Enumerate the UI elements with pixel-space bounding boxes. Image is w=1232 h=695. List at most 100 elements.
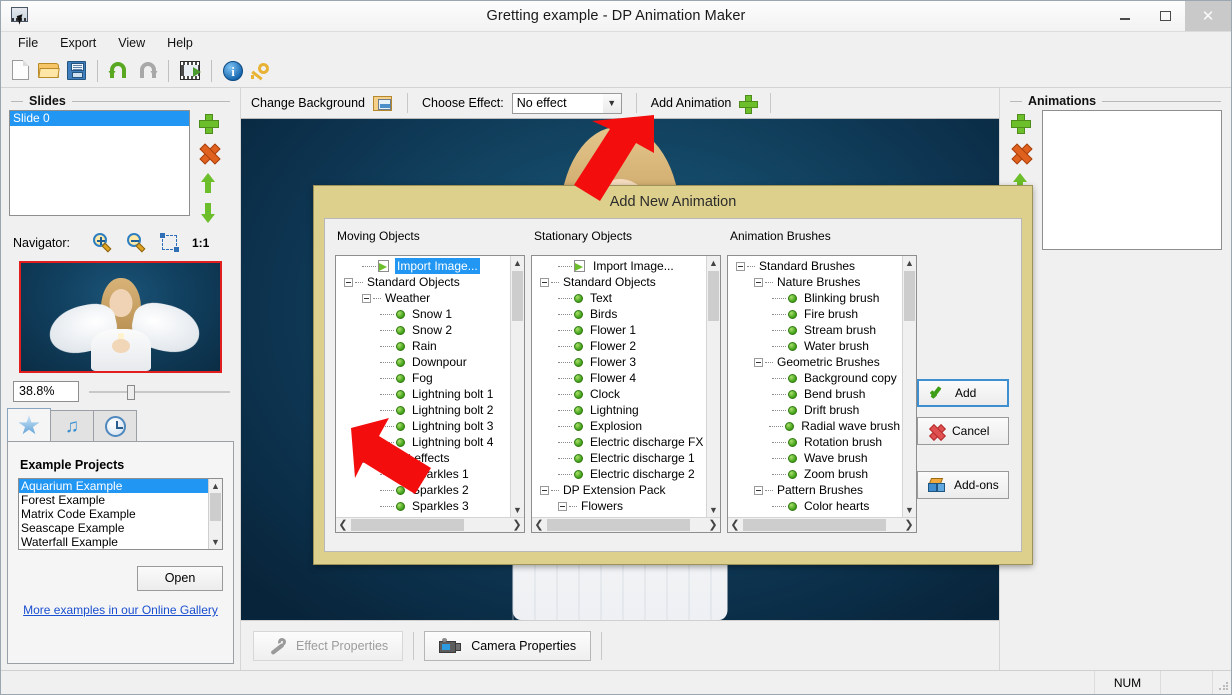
scrollbar-thumb[interactable] <box>904 271 915 321</box>
tree-node[interactable]: Lightning bolt 1 <box>338 386 510 402</box>
add-slide-button[interactable] <box>198 113 219 134</box>
tree-node[interactable]: Flower 3 <box>534 354 706 370</box>
menu-item-help[interactable]: Help <box>156 34 204 52</box>
menu-item-file[interactable]: File <box>7 34 49 52</box>
add-animation-button[interactable] <box>1010 113 1031 134</box>
export-film-icon[interactable] <box>179 60 201 82</box>
tree-node[interactable]: Clock <box>534 386 706 402</box>
tree-node[interactable]: Birds <box>534 306 706 322</box>
tree-node[interactable]: Standard Objects <box>338 274 510 290</box>
tree-node[interactable]: Electric discharge 1 <box>534 450 706 466</box>
effect-properties-button[interactable]: Effect Properties <box>253 630 404 661</box>
chevron-left-icon[interactable]: ❮ <box>532 518 546 532</box>
stationary-objects-tree[interactable]: Import Image... Standard Objects Text Birds… <box>531 255 721 533</box>
tree-node[interactable]: Standard Objects <box>534 274 706 290</box>
scrollbar-thumb[interactable] <box>547 519 690 531</box>
chevron-down-icon[interactable]: ▼ <box>707 503 720 517</box>
tree-node[interactable]: Import Image... <box>534 258 706 274</box>
horizontal-scrollbar[interactable]: ❮ ❯ <box>728 517 916 532</box>
tree-node[interactable]: Geometric Brushes <box>730 354 902 370</box>
moving-objects-tree[interactable]: Import Image... Standard Objects Weather Sn… <box>335 255 525 533</box>
vertical-scrollbar[interactable]: ▲ ▼ <box>510 256 524 517</box>
chevron-up-icon[interactable]: ▲ <box>903 256 916 270</box>
tree-node[interactable]: Flower 4 <box>534 370 706 386</box>
scrollbar-thumb[interactable] <box>210 493 221 521</box>
tree-node[interactable]: Rain <box>338 338 510 354</box>
tree-node[interactable]: Electric discharge 2 <box>534 466 706 482</box>
tab-timeline[interactable] <box>93 410 137 442</box>
tree-node[interactable]: Drift brush <box>730 402 902 418</box>
change-background-label[interactable]: Change Background <box>251 96 365 110</box>
scrollbar-thumb[interactable] <box>708 271 719 321</box>
new-document-icon[interactable] <box>9 59 31 82</box>
add-button[interactable]: Add <box>917 379 1009 407</box>
tree-node[interactable]: Zoom brush <box>730 466 902 482</box>
examples-list[interactable]: Aquarium Example Forest Example Matrix C… <box>18 478 223 550</box>
list-item[interactable]: Matrix Code Example <box>19 507 222 521</box>
maximize-button[interactable] <box>1145 1 1185 31</box>
collapse-toggle-icon[interactable] <box>558 501 567 511</box>
collapse-toggle-icon[interactable] <box>736 261 745 271</box>
tree-node[interactable]: Flower 1 <box>534 322 706 338</box>
tree-node[interactable]: Explosion <box>534 418 706 434</box>
chevron-up-icon[interactable]: ▲ <box>707 256 720 270</box>
minimize-button[interactable] <box>1105 1 1145 31</box>
scrollbar-thumb[interactable] <box>743 519 886 531</box>
tree-node[interactable]: Sparkles 2 <box>338 482 510 498</box>
tree-node[interactable]: Radial wave brush <box>730 418 902 434</box>
tree-node[interactable]: Flower 2 <box>534 338 706 354</box>
list-item[interactable]: Slide 0 <box>10 111 189 126</box>
tree-node[interactable]: Lightning bolt 2 <box>338 402 510 418</box>
cancel-button[interactable]: Cancel <box>917 417 1009 445</box>
move-slide-up-button[interactable] <box>198 173 218 193</box>
list-item[interactable]: Waterfall Example <box>19 535 222 549</box>
tree-node[interactable]: Import Image... <box>338 258 510 274</box>
tree-node[interactable]: Background copy <box>730 370 902 386</box>
add-animation-label[interactable]: Add Animation <box>651 96 732 110</box>
animations-list[interactable] <box>1042 110 1222 250</box>
tree-node[interactable]: Text <box>534 290 706 306</box>
collapse-toggle-icon[interactable] <box>362 453 371 463</box>
list-item[interactable]: Forest Example <box>19 493 222 507</box>
close-button[interactable]: ✕ <box>1185 1 1231 31</box>
delete-slide-button[interactable] <box>198 143 218 163</box>
slider-thumb[interactable] <box>127 384 136 400</box>
chevron-up-icon[interactable]: ▲ <box>511 256 524 270</box>
tree-node[interactable]: Light effects <box>338 450 510 466</box>
tree-node[interactable]: Lightning <box>534 402 706 418</box>
tree-node[interactable]: Sparkles 1 <box>338 466 510 482</box>
menu-item-view[interactable]: View <box>107 34 156 52</box>
chevron-right-icon[interactable]: ❯ <box>902 518 916 532</box>
collapse-toggle-icon[interactable] <box>362 293 371 303</box>
online-gallery-link[interactable]: More examples in our Online Gallery <box>23 603 218 617</box>
tree-node[interactable]: Blinking brush <box>730 290 902 306</box>
camera-properties-button[interactable]: Camera Properties <box>424 630 592 661</box>
list-item[interactable]: Seascape Example <box>19 521 222 535</box>
horizontal-scrollbar[interactable]: ❮ ❯ <box>532 517 720 532</box>
examples-scrollbar[interactable]: ▲ ▼ <box>208 479 222 549</box>
navigator-preview[interactable] <box>19 261 222 373</box>
collapse-toggle-icon[interactable] <box>540 277 549 287</box>
open-folder-icon[interactable] <box>37 60 60 82</box>
tree-node[interactable]: Stream brush <box>730 322 902 338</box>
collapse-toggle-icon[interactable] <box>344 277 353 287</box>
animation-brushes-tree[interactable]: Standard Brushes Nature Brushes Blinking b… <box>727 255 917 533</box>
undo-icon[interactable] <box>108 60 130 82</box>
chevron-down-icon[interactable]: ▼ <box>209 535 222 549</box>
delete-animation-button[interactable] <box>1010 143 1030 163</box>
list-item[interactable]: Aquarium Example <box>19 479 222 493</box>
tab-music[interactable]: ♫ <box>50 410 94 442</box>
tree-node[interactable]: Fog <box>338 370 510 386</box>
tree-node[interactable]: Flowers <box>534 498 706 514</box>
tree-node[interactable]: DP Extension Pack <box>534 482 706 498</box>
chevron-down-icon[interactable]: ▼ <box>603 98 621 108</box>
tree-node[interactable]: Fire brush <box>730 306 902 322</box>
chevron-right-icon[interactable]: ❯ <box>510 518 524 532</box>
zoom-in-icon[interactable] <box>92 233 112 253</box>
resize-grip[interactable] <box>1213 671 1231 694</box>
tree-node[interactable]: Lightning bolt 4 <box>338 434 510 450</box>
tree-node[interactable]: Standard Brushes <box>730 258 902 274</box>
horizontal-scrollbar[interactable]: ❮ ❯ <box>336 517 524 532</box>
chevron-left-icon[interactable]: ❮ <box>728 518 742 532</box>
open-button[interactable]: Open <box>137 566 223 591</box>
